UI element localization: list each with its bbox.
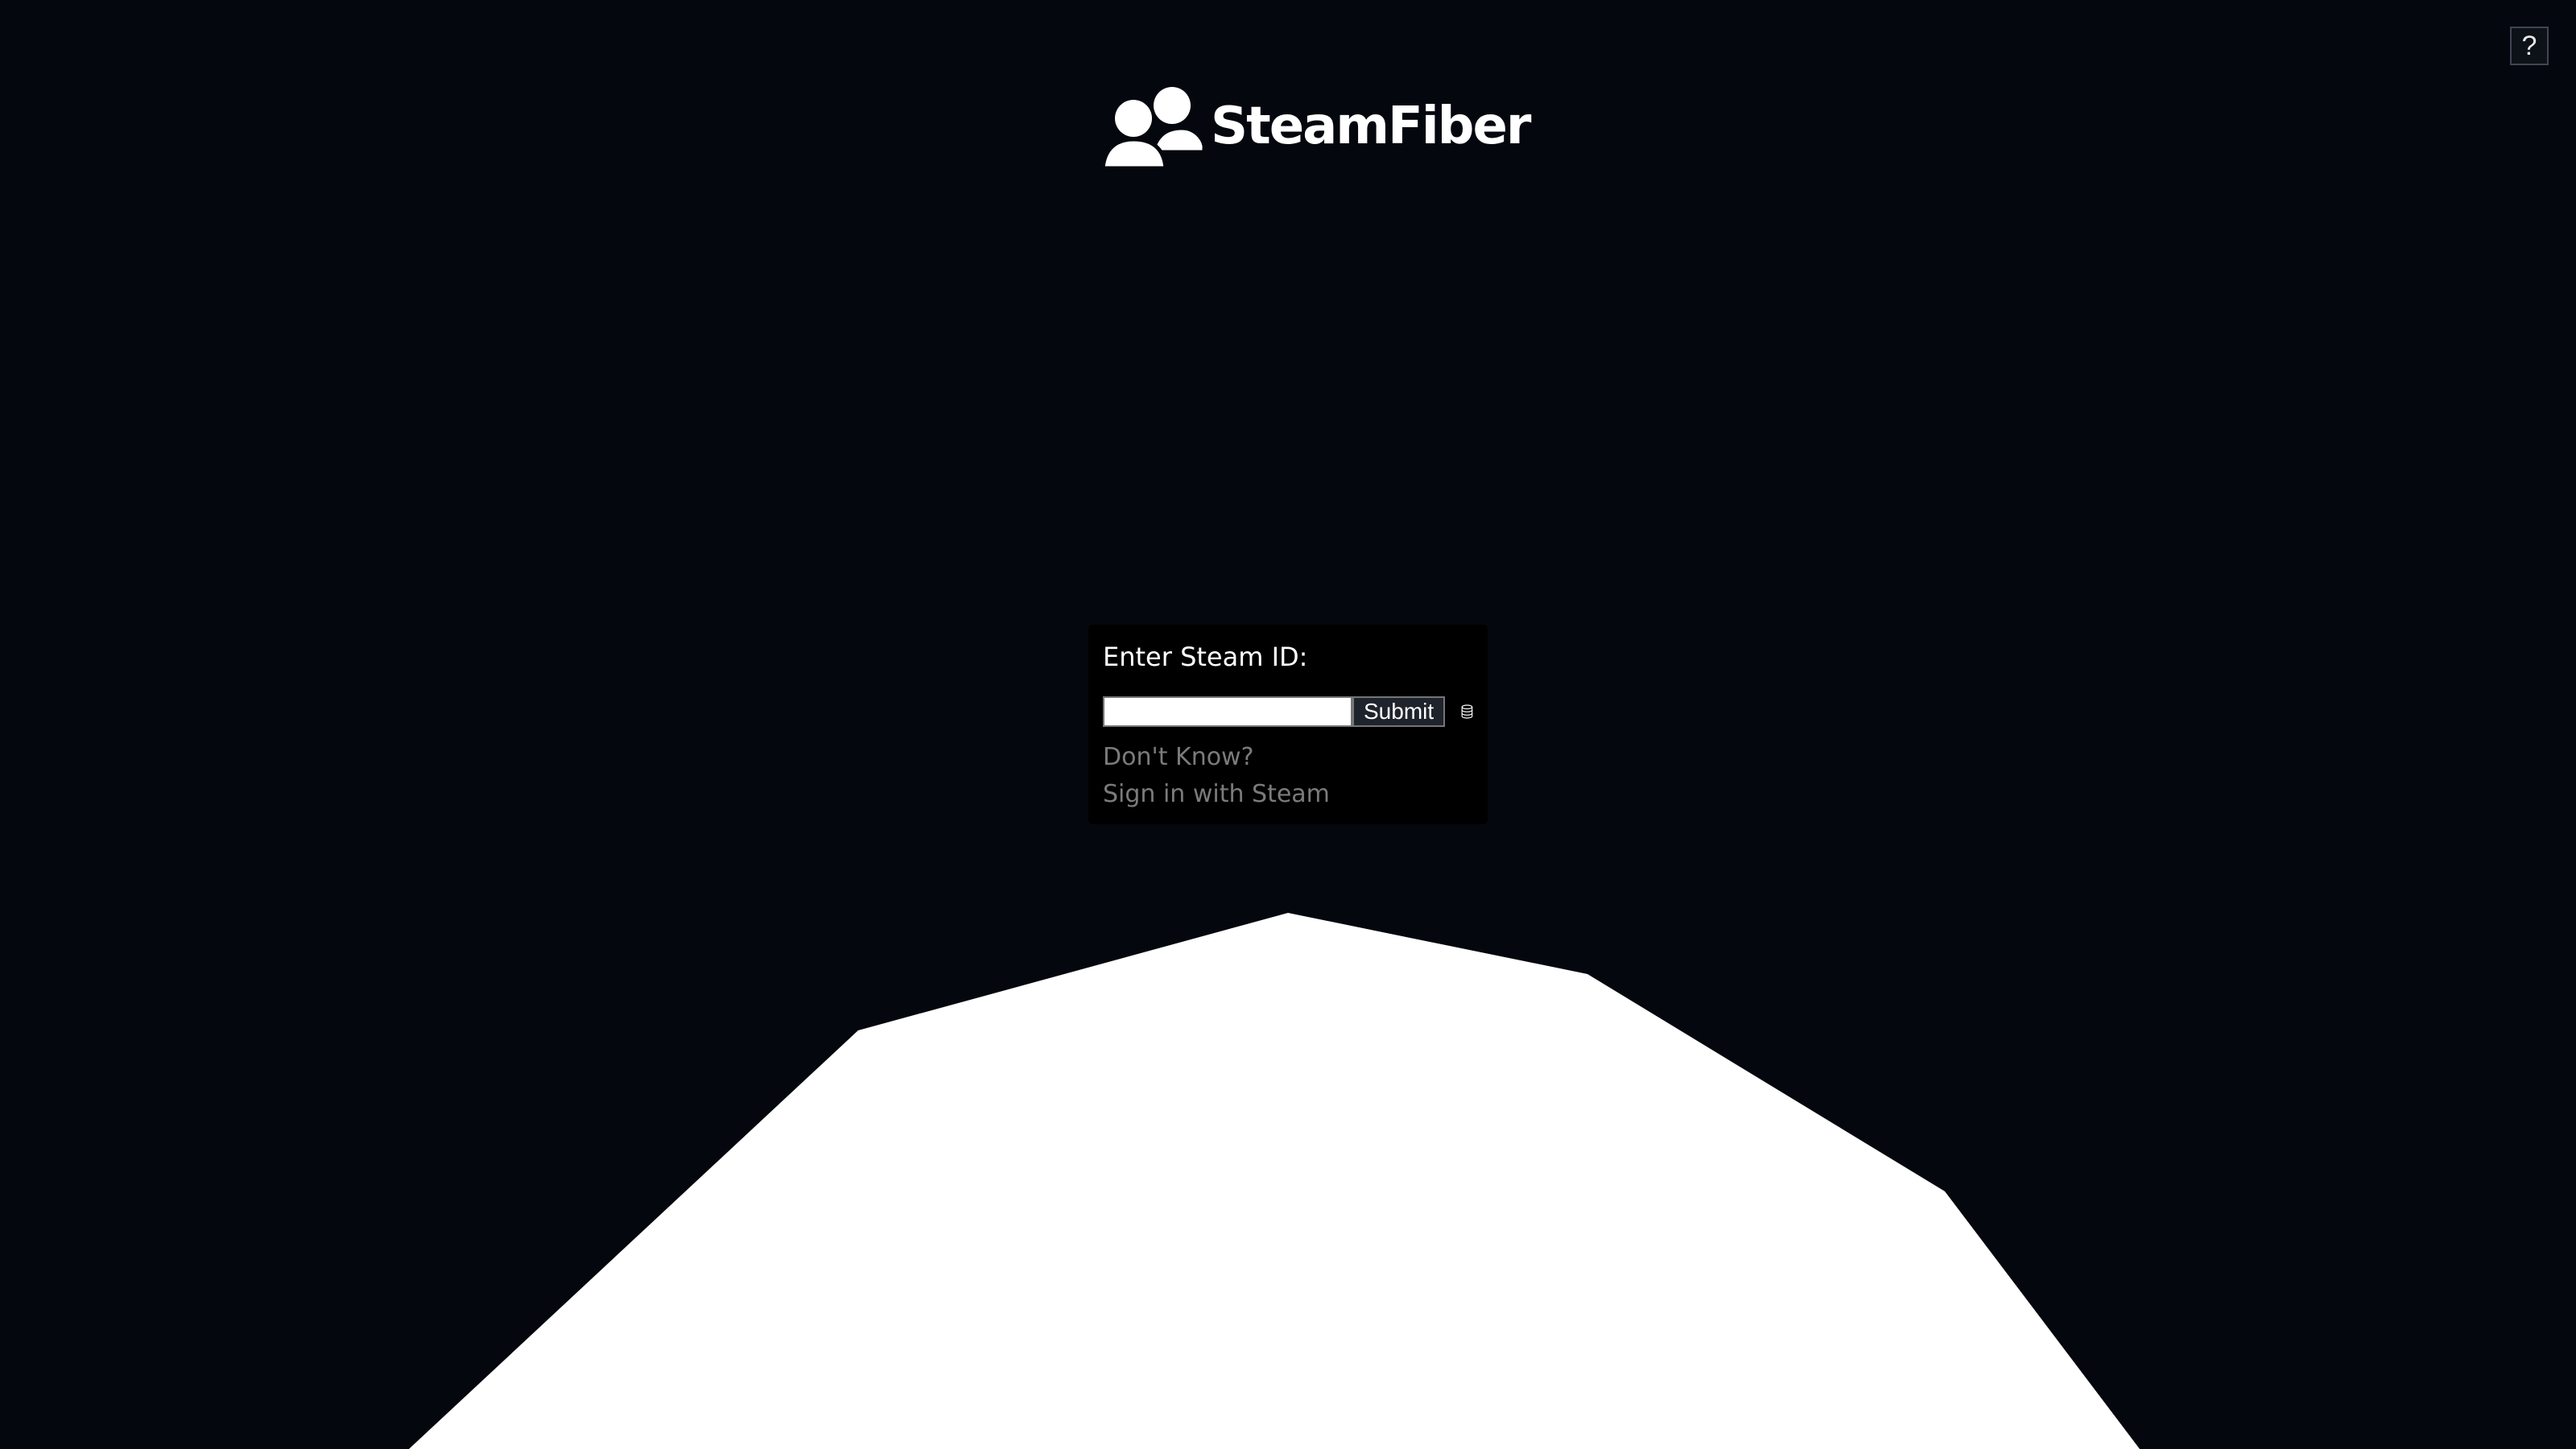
steam-id-label: Enter Steam ID:: [1103, 642, 1308, 672]
steam-id-input-row: Submit: [1103, 696, 1473, 728]
help-button[interactable]: ?: [2510, 27, 2549, 65]
sign-in-with-steam-link[interactable]: Sign in with Steam: [1103, 776, 1473, 813]
steam-id-input[interactable]: [1103, 696, 1352, 727]
users-icon: [1103, 87, 1204, 168]
dont-know-link[interactable]: Don't Know?: [1103, 739, 1473, 776]
app-title: SteamFiber: [1211, 97, 1531, 156]
panel-links: Don't Know? Sign in with Steam: [1103, 739, 1473, 813]
database-icon[interactable]: [1461, 700, 1473, 724]
steam-id-panel: Enter Steam ID: Submit Don't Know? Sign …: [1088, 625, 1488, 824]
app-logo: SteamFiber: [1103, 82, 1531, 171]
submit-button[interactable]: Submit: [1352, 696, 1446, 727]
